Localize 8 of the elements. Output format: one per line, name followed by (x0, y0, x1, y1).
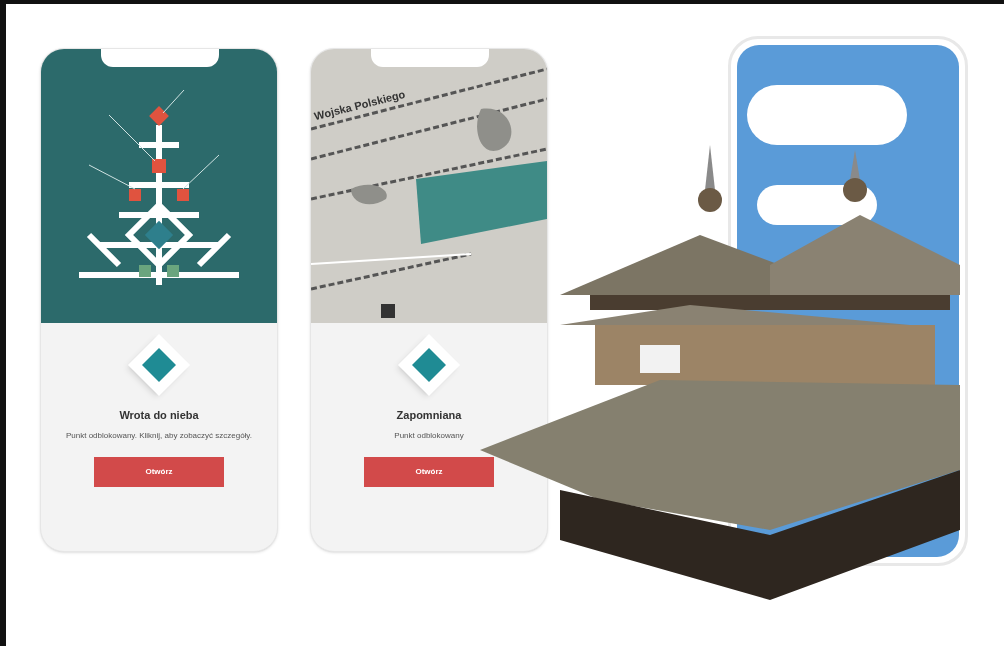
open-button[interactable]: Otwórz (94, 456, 224, 487)
open-button[interactable]: Otwórz (364, 456, 494, 487)
point-description: Punkt odblokowany. Kliknij, aby zobaczyć szczegóły. (65, 429, 253, 441)
point-title: Wrota do nieba (119, 408, 199, 423)
map-view[interactable]: Wojska Polskiego (311, 49, 547, 323)
point-title: Zapomniana (396, 408, 462, 423)
street-label: Wojska Polskiego (312, 86, 407, 125)
point-description: Punkt odblokowany (393, 429, 465, 441)
